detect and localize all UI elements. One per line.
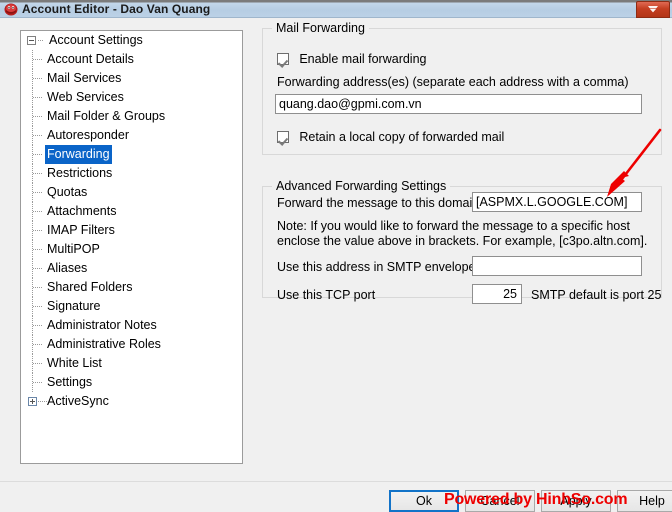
tree-node-label: Attachments: [47, 204, 117, 218]
tree-node-label: Shared Folders: [47, 280, 133, 294]
sidebar-item-attachments[interactable]: Attachments: [21, 202, 242, 221]
tree-node-label: White List: [47, 356, 102, 370]
forward-domain-input[interactable]: [472, 192, 642, 212]
retain-local-copy-checkbox-row[interactable]: Retain a local copy of forwarded mail: [277, 130, 504, 144]
sidebar-item-account-details[interactable]: Account Details: [21, 50, 242, 69]
tree-connector: [38, 401, 47, 402]
tree-node-label: Mail Services: [47, 71, 122, 85]
tree-node-label: Account Settings: [49, 33, 143, 47]
enable-mail-forwarding-label: Enable mail forwarding: [299, 52, 427, 66]
tree-connector: [33, 287, 42, 288]
group-title: Mail Forwarding: [272, 21, 369, 35]
mdaemon-app-icon: [4, 3, 18, 16]
forward-domain-note: Note: If you would like to forward the m…: [277, 219, 648, 248]
enable-mail-forwarding-checkbox[interactable]: [277, 53, 289, 65]
sidebar-item-settings[interactable]: Settings: [21, 373, 242, 392]
title-bar: Account Editor - Dao Van Quang: [0, 0, 672, 18]
sidebar-item-administrative-roles[interactable]: Administrative Roles: [21, 335, 242, 354]
sidebar-item-administrator-notes[interactable]: Administrator Notes: [21, 316, 242, 335]
tree-node-label: Restrictions: [47, 166, 113, 180]
tree-connector: [33, 363, 42, 364]
cancel-button[interactable]: Cancel: [465, 490, 535, 512]
settings-tree[interactable]: Account Settings Account Details Mail Se…: [20, 30, 243, 464]
tree-connector: [33, 268, 42, 269]
group-title: Advanced Forwarding Settings: [272, 179, 451, 193]
tree-node-label: Settings: [47, 375, 93, 389]
tree-connector: [33, 173, 42, 174]
smtp-envelope-input[interactable]: [472, 256, 642, 276]
minus-expander-icon[interactable]: [27, 36, 36, 45]
tree-connector: [33, 249, 42, 250]
tree-connector: [33, 306, 42, 307]
sidebar-item-activesync[interactable]: ActiveSync: [21, 392, 242, 411]
tree-node-label: Forwarding: [45, 145, 112, 164]
sidebar-item-forwarding[interactable]: Forwarding: [21, 145, 242, 164]
tree-node-label: Quotas: [47, 185, 88, 199]
enable-mail-forwarding-checkbox-row[interactable]: Enable mail forwarding: [277, 52, 427, 66]
sidebar-item-multipop[interactable]: MultiPOP: [21, 240, 242, 259]
retain-local-copy-checkbox[interactable]: [277, 131, 289, 143]
sidebar-item-quotas[interactable]: Quotas: [21, 183, 242, 202]
tree-node-label: MultiPOP: [47, 242, 100, 256]
plus-expander-icon[interactable]: [28, 397, 37, 406]
tcp-port-label: Use this TCP port: [277, 288, 376, 302]
tree-connector: [33, 325, 42, 326]
help-button[interactable]: Help: [617, 490, 672, 512]
forwarding-address-label: Forwarding address(es) (separate each ad…: [277, 75, 629, 89]
forwarding-address-input[interactable]: [275, 94, 642, 114]
sidebar-item-aliases[interactable]: Aliases: [21, 259, 242, 278]
apply-button[interactable]: Apply: [541, 490, 611, 512]
tree-node-account-settings[interactable]: Account Settings: [21, 31, 242, 50]
tree-connector: [33, 230, 42, 231]
tree-node-label: Administrative Roles: [47, 337, 161, 351]
window-title: Account Editor - Dao Van Quang: [22, 2, 211, 16]
sidebar-item-web-services[interactable]: Web Services: [21, 88, 242, 107]
tree-connector: [33, 59, 42, 60]
tree-node-label: Web Services: [47, 90, 124, 104]
sidebar-item-mail-services[interactable]: Mail Services: [21, 69, 242, 88]
tree-node-label: Mail Folder & Groups: [47, 109, 166, 123]
tree-node-label: Account Details: [47, 52, 134, 66]
retain-local-copy-label: Retain a local copy of forwarded mail: [299, 130, 505, 144]
account-editor-window: Account Editor - Dao Van Quang Account S…: [0, 0, 672, 512]
tree-node-label: Signature: [47, 299, 101, 313]
tcp-port-input[interactable]: [472, 284, 522, 304]
ok-button[interactable]: Ok: [389, 490, 459, 512]
tree-connector: [33, 154, 42, 155]
forward-domain-label: Forward the message to this domain: [277, 196, 480, 210]
sidebar-item-autoresponder[interactable]: Autoresponder: [21, 126, 242, 145]
tree-connector: [33, 382, 42, 383]
sidebar-item-mail-folder-groups[interactable]: Mail Folder & Groups: [21, 107, 242, 126]
close-button[interactable]: [636, 1, 670, 18]
sidebar-item-white-list[interactable]: White List: [21, 354, 242, 373]
sidebar-item-signature[interactable]: Signature: [21, 297, 242, 316]
tree-node-label: ActiveSync: [47, 394, 109, 408]
tree-connector: [33, 116, 42, 117]
tree-node-label: Autoresponder: [47, 128, 130, 142]
tcp-port-hint: SMTP default is port 25: [531, 288, 662, 302]
sidebar-item-shared-folders[interactable]: Shared Folders: [21, 278, 242, 297]
tree-connector: [33, 97, 42, 98]
tree-connector: [33, 211, 42, 212]
close-icon: [648, 6, 658, 13]
tree-connector: [33, 78, 42, 79]
smtp-envelope-label: Use this address in SMTP envelope: [277, 260, 476, 274]
sidebar-item-restrictions[interactable]: Restrictions: [21, 164, 242, 183]
tree-connector: [38, 40, 44, 41]
tree-node-label: Administrator Notes: [47, 318, 157, 332]
tree-connector: [33, 192, 42, 193]
tree-node-label: Aliases: [47, 261, 88, 275]
tree-connector: [33, 135, 42, 136]
tree-connector: [33, 344, 42, 345]
tree-node-label: IMAP Filters: [47, 223, 115, 237]
sidebar-item-imap-filters[interactable]: IMAP Filters: [21, 221, 242, 240]
